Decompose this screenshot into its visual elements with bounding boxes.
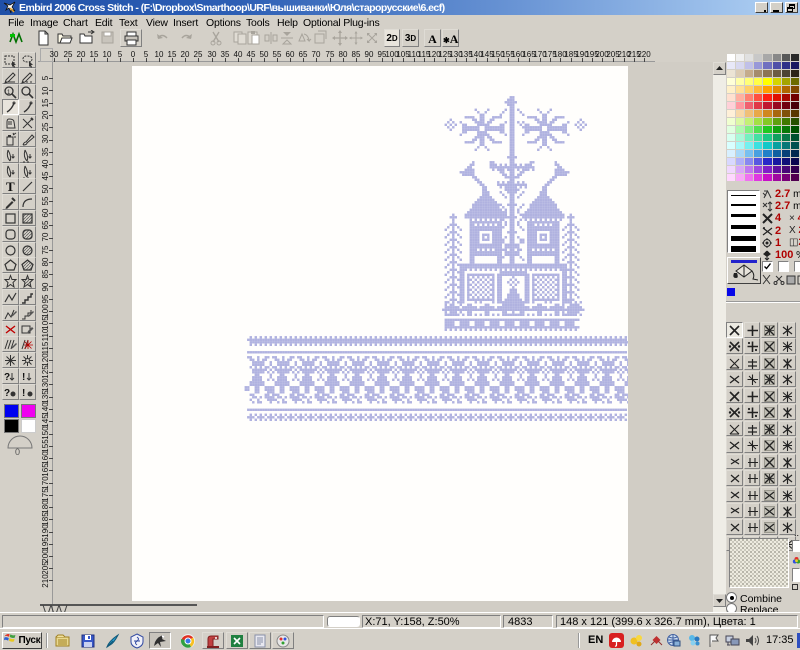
svg-text:T: T bbox=[6, 179, 15, 194]
svg-text:!: ! bbox=[22, 388, 25, 399]
svg-text:!: ! bbox=[22, 372, 25, 383]
svg-text:?: ? bbox=[4, 372, 10, 383]
svg-text:?: ? bbox=[4, 388, 10, 399]
